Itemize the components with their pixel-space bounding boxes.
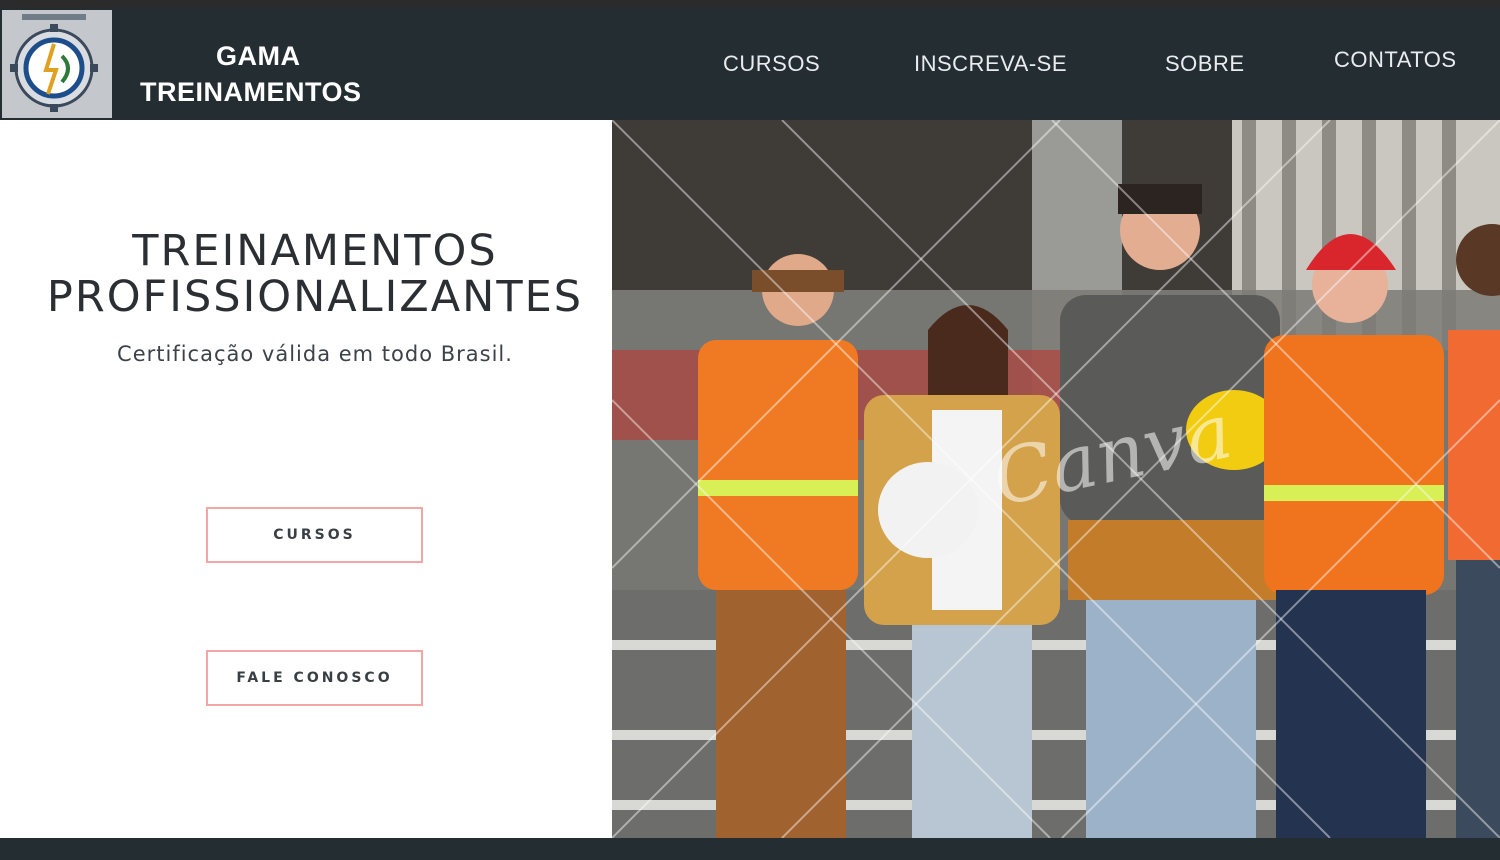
nav-sobre[interactable]: SOBRE [1165,51,1245,77]
hero-title-line2: PROFISSIONALIZANTES [46,272,584,322]
brand-line1: GAMA [216,41,301,71]
contact-button[interactable]: FALE CONOSCO [206,650,423,706]
bottom-bar [0,838,1500,860]
hero-title-line1: TREINAMENTOS [132,226,498,276]
hero-title: TREINAMENTOS PROFISSIONALIZANTES [0,228,630,320]
nav-inscreva-se[interactable]: INSCREVA-SE [914,51,1067,77]
brand-name[interactable]: GAMA TREINAMENTOS [140,38,400,110]
nav-contatos[interactable]: CONTATOS [1334,47,1457,73]
top-strip [0,0,1500,8]
brand-line2: TREINAMENTOS [140,77,362,107]
courses-button[interactable]: CURSOS [206,507,423,563]
hero-panel: TREINAMENTOS PROFISSIONALIZANTES Certifi… [0,120,612,838]
gear-emblem-icon [2,10,112,118]
hero-subtitle: Certificação válida em todo Brasil. [117,342,513,366]
hero-photo: Canva [612,120,1500,838]
navbar: GAMA TREINAMENTOS CURSOS INSCREVA-SE SOB… [0,8,1500,120]
logo[interactable] [2,10,112,118]
nav-cursos[interactable]: CURSOS [723,51,820,77]
